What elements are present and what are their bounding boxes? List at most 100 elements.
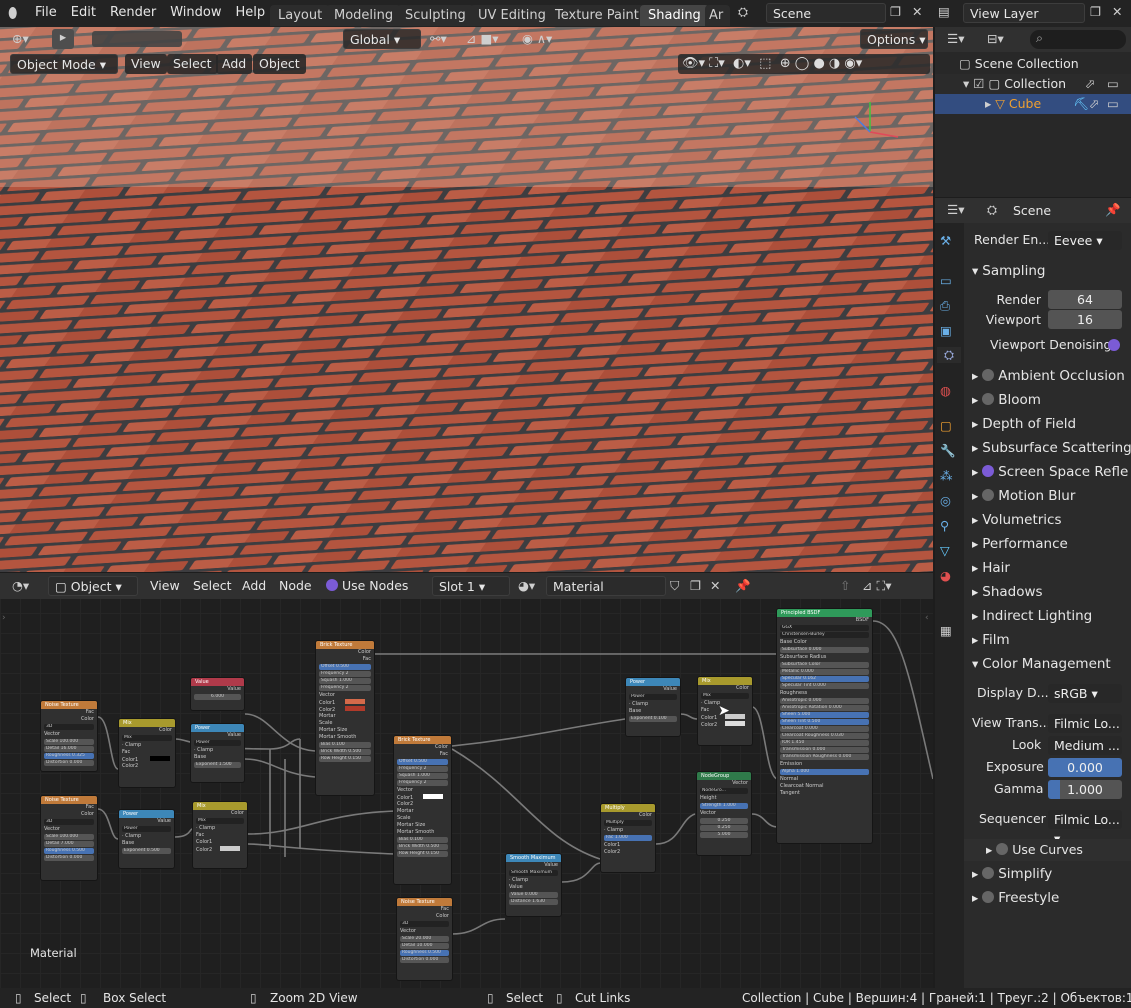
select-modes[interactable]	[92, 31, 182, 47]
node-editor[interactable]: ◔▾ ▢ Object ▾ View Select Add Node Use N…	[0, 573, 933, 988]
scene-selector[interactable]: Scene	[766, 3, 886, 23]
node-field[interactable]: Subsurface 0.000	[780, 647, 869, 653]
use-nodes-checkbox[interactable]	[326, 579, 338, 591]
checkbox-icon[interactable]: ☑	[973, 74, 984, 94]
sequencer-dropdown[interactable]: Filmic Lo... ▾	[1048, 810, 1122, 846]
node-field[interactable]: Frequency 2	[397, 766, 448, 772]
panel-hair[interactable]: ▸ Hair	[964, 557, 1131, 579]
node-field[interactable]: Alpha 1.000	[780, 769, 869, 775]
outliner-search-input[interactable]: ⌕	[1030, 30, 1126, 49]
panel-performance[interactable]: ▸ Performance	[964, 533, 1131, 555]
node-field[interactable]: Anisotropic Rotation 0.000	[780, 705, 869, 711]
node-field[interactable]: Frequency 2	[319, 671, 371, 677]
blender-logo-icon[interactable]: ⬮	[8, 4, 17, 22]
node-field[interactable]: Value 0.000	[509, 892, 558, 898]
node-dropdown[interactable]: NodeGro...	[700, 788, 748, 794]
use-curves-row[interactable]: ▸ Use Curves	[964, 839, 1131, 861]
node-field[interactable]: Sheen Tint 0.500	[780, 719, 869, 725]
gamma-field[interactable]: 1.000	[1048, 780, 1122, 799]
pin-icon[interactable]: 📌	[1105, 202, 1121, 218]
node-dropdown[interactable]: Power	[122, 826, 171, 832]
material-browse-icon[interactable]: ◕▾	[518, 578, 535, 593]
node-field[interactable]: Detail 10.000	[400, 943, 449, 949]
pivot-icon[interactable]: ⚯▾	[430, 31, 447, 46]
sampling-panel-header[interactable]: ▾ Sampling	[964, 260, 1131, 282]
node-menu-node[interactable]: Node	[273, 576, 318, 596]
toolbar-expand-icon[interactable]: ›	[2, 613, 6, 623]
multiply-node[interactable]: Multiply Color Multiply · Clamp Fac 1.000 Co…	[600, 803, 656, 873]
display-device-dropdown[interactable]: sRGB ▾	[1048, 684, 1122, 703]
node-field[interactable]: Specular 0.162	[780, 676, 869, 682]
mix-node-2[interactable]: Mix Color Mix · Clamp Fac Color1 Color2	[192, 801, 248, 869]
power-node-2[interactable]: Power Value Power · Clamp Base Exponent 0.50…	[118, 809, 175, 869]
tab-animation[interactable]: Ar	[705, 5, 730, 26]
node-field[interactable]: Transmission 0.000	[780, 747, 869, 753]
power-node-1[interactable]: Power Value Power · Clamp Base Exponent 1.50…	[190, 723, 245, 783]
node-field[interactable]: Strength 1.000	[700, 803, 748, 809]
render-samples-field[interactable]: 64	[1048, 290, 1122, 309]
node-field[interactable]: Roughness 0.500	[44, 848, 94, 854]
particles-tab-icon[interactable]: ⁂	[940, 468, 953, 483]
viewport-menu-select[interactable]: Select	[167, 54, 218, 74]
menu-window[interactable]: Window	[170, 5, 221, 20]
node-field[interactable]: Distortion 0.000	[44, 855, 94, 861]
node-field[interactable]: 0.250	[700, 818, 748, 824]
mix-node-1[interactable]: Mix Color Mix · Clamp Fac Color1 Color2	[118, 718, 176, 788]
node-dropdown[interactable]: Mix	[122, 735, 172, 741]
node-field[interactable]: 6.000	[194, 694, 241, 700]
panel-subsurface-scattering[interactable]: ▸ Subsurface Scattering	[964, 437, 1131, 459]
node-field[interactable]: Row Height 0.150	[319, 756, 371, 762]
expand-icon[interactable]: ▸	[985, 94, 991, 114]
node-field[interactable]: Frequency 2	[397, 780, 448, 786]
snap-icon[interactable]: ⊿ ⛶▾	[862, 578, 891, 594]
node-field[interactable]: Scale 100.000	[44, 834, 94, 840]
smooth-maximum-node[interactable]: Smooth Maximum Value Smooth Maximum · Clam…	[505, 853, 562, 917]
node-field[interactable]: Fac 1.000	[604, 835, 652, 841]
panel-bloom[interactable]: ▸ Bloom	[964, 389, 1131, 411]
panel-depth-of-field[interactable]: ▸ Depth of Field	[964, 413, 1131, 435]
modifier-tab-icon[interactable]: 🔧	[940, 443, 956, 459]
material-name-field[interactable]: Material	[546, 576, 666, 596]
sidebar-expand-icon[interactable]: ‹	[925, 613, 929, 623]
navigation-gizmo[interactable]	[850, 87, 910, 147]
node-field[interactable]: IOR 1.450	[780, 740, 869, 746]
unlink-material-icon[interactable]: ✕	[710, 578, 720, 593]
node-menu-add[interactable]: Add	[236, 576, 272, 596]
node-dropdown[interactable]: Power	[629, 694, 677, 700]
viewport-3d[interactable]: ⊕▾ ▸ Global ▾ ⚯▾ ⊿ ■▾ ◉ ∧▾ Options ▾ Obj…	[0, 27, 933, 572]
node-field[interactable]: Exponent 0.100	[629, 716, 677, 722]
node-menu-view[interactable]: View	[144, 576, 186, 596]
toggle-icon[interactable]	[982, 465, 995, 477]
node-field[interactable]: Offset 0.500	[397, 759, 448, 765]
outliner-row-scene-collection[interactable]: ▢ Scene Collection	[935, 54, 1131, 74]
exposure-field[interactable]: 0.000	[1048, 758, 1122, 777]
node-field[interactable]: Distortion 0.000	[400, 957, 449, 963]
node-field[interactable]: Transmission Roughness 0.000	[780, 754, 869, 760]
pin-icon[interactable]: 📌	[735, 578, 751, 594]
noise-texture-node-2[interactable]: Noise Texture Fac Color 3D Vector Scale 1…	[40, 795, 98, 881]
shader-type-dropdown[interactable]: ▢ Object ▾	[48, 576, 138, 596]
denoising-checkbox[interactable]	[1108, 339, 1120, 351]
node-group-node[interactable]: NodeGroup Vector NodeGro... Height Strength…	[696, 771, 752, 856]
value-node[interactable]: Value Value 6.000	[190, 677, 245, 711]
node-field[interactable]: Anisotropic 0.000	[780, 698, 869, 704]
node-field[interactable]: Scale 20.000	[400, 936, 449, 942]
node-dropdown[interactable]: 3D	[44, 819, 94, 825]
node-field[interactable]: Clearcoat Roughness 0.030	[780, 733, 869, 739]
cube-select-icon[interactable]: ⬀	[1089, 94, 1099, 114]
data-tab-icon[interactable]: ▽	[940, 543, 950, 558]
tab-uv-editing[interactable]: UV Editing	[470, 5, 554, 26]
panel-indirect-lighting[interactable]: ▸ Indirect Lighting	[964, 605, 1131, 627]
delete-view-layer-icon[interactable]: ✕	[1112, 4, 1122, 19]
collection-viewport-icon[interactable]: ▭	[1107, 74, 1119, 94]
panel-ambient-occlusion[interactable]: ▸ Ambient Occlusion	[964, 365, 1131, 387]
tab-texture-paint[interactable]: Texture Paint	[547, 5, 647, 26]
node-field[interactable]: Subsurface Color	[780, 662, 869, 668]
toggle-icon[interactable]	[982, 891, 995, 903]
node-field[interactable]: Roughness 0.325	[44, 753, 94, 759]
properties-editor-icon[interactable]: ☰▾	[947, 202, 964, 217]
node-field[interactable]: 5.000	[700, 832, 748, 838]
constraints-tab-icon[interactable]: ⚲	[940, 518, 949, 533]
use-nodes-toggle[interactable]: Use Nodes	[320, 576, 414, 596]
brick-texture-node-1[interactable]: Brick Texture Color Fac Offset 0.500 Frequ…	[315, 640, 375, 796]
